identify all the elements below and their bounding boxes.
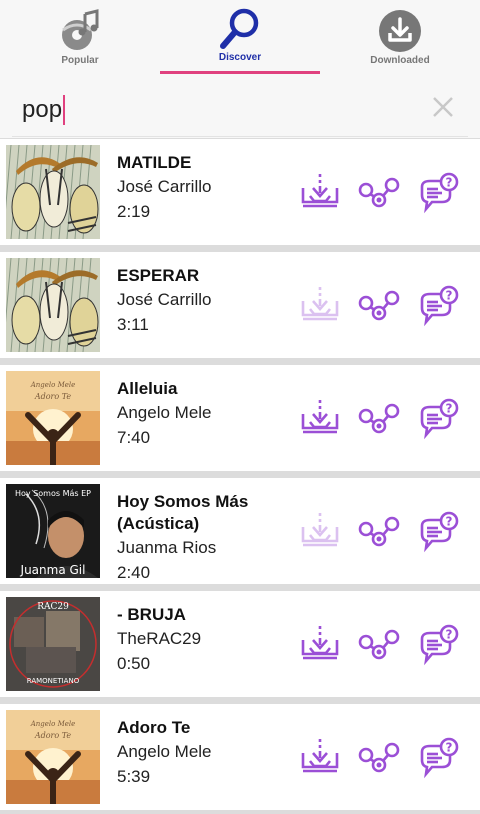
cover-text-2: RAMONETIANO — [27, 677, 80, 685]
album-art: Angelo Mele Adoro Te — [6, 371, 100, 465]
share-icon[interactable] — [357, 736, 401, 780]
tab-discover[interactable]: Discover — [160, 0, 320, 82]
song-duration: 0:50 — [117, 654, 151, 673]
song-info: Alleluia Angelo Mele 7:40 — [117, 378, 297, 450]
share-icon[interactable] — [357, 171, 401, 215]
cover-text-1: RAC29 — [37, 602, 69, 612]
song-artist: Juanma Rios — [117, 538, 217, 557]
song-title: - BRUJA — [117, 605, 186, 624]
tab-discover-label: Discover — [218, 52, 262, 63]
song-title: Adoro Te — [117, 718, 191, 737]
song-title: MATILDE — [117, 153, 192, 172]
song-duration: 3:11 — [117, 315, 149, 334]
song-info: - BRUJA TheRAC29 0:50 — [117, 604, 297, 676]
download-icon — [379, 10, 421, 52]
download-song-icon[interactable] — [298, 171, 342, 215]
song-title: ESPERAR — [117, 266, 200, 285]
album-art — [6, 145, 100, 239]
tab-bar: Popular Discover Downloaded — [0, 0, 480, 82]
tab-downloaded[interactable]: Downloaded — [320, 0, 480, 82]
share-icon[interactable] — [357, 623, 401, 667]
cover-text-2: Adoro Te — [34, 731, 72, 740]
text-caret — [63, 95, 66, 125]
tab-popular[interactable]: Popular — [0, 0, 160, 82]
cover-text-2: Juanma Gil — [20, 563, 86, 577]
request-help-icon[interactable] — [416, 171, 460, 215]
request-help-icon[interactable] — [416, 510, 460, 554]
song-row[interactable]: RAC29 RAMONETIANO - BRUJA TheRAC29 0:50 — [0, 591, 480, 697]
download-song-icon[interactable] — [298, 397, 342, 441]
cover-text-1: Hoy Somos Más EP — [15, 489, 91, 498]
search-divider — [12, 136, 468, 137]
song-duration: 2:40 — [117, 563, 151, 582]
song-artist: Angelo Mele — [117, 742, 212, 761]
app-root: Popular Discover Downloaded pop MATILDE … — [0, 0, 480, 814]
search-bar: pop — [0, 82, 480, 138]
song-artist: TheRAC29 — [117, 629, 202, 648]
cover-text-2: Adoro Te — [34, 392, 72, 401]
album-art: RAC29 RAMONETIANO — [6, 597, 100, 691]
download-song-icon[interactable] — [298, 736, 342, 780]
request-help-icon[interactable] — [416, 736, 460, 780]
music-disc-icon — [62, 9, 99, 50]
tab-downloaded-label: Downloaded — [370, 55, 430, 66]
song-info: ESPERAR José Carrillo 3:11 — [117, 265, 297, 337]
song-title: Alleluia — [117, 379, 178, 398]
song-row[interactable]: Hoy Somos Más EP Juanma Gil Hoy Somos Más … — [0, 478, 480, 584]
song-duration: 2:19 — [117, 202, 151, 221]
song-row[interactable]: Angelo Mele Adoro Te Alleluia Angelo Mele 7:… — [0, 365, 480, 471]
song-info: MATILDE José Carrillo 2:19 — [117, 152, 297, 224]
song-row[interactable]: ESPERAR José Carrillo 3:11 — [0, 252, 480, 358]
active-tab-indicator — [160, 71, 320, 74]
share-icon[interactable] — [357, 284, 401, 328]
clear-search-icon[interactable] — [430, 94, 456, 120]
search-input[interactable]: pop — [22, 92, 402, 128]
share-icon[interactable] — [357, 510, 401, 554]
song-artist: José Carrillo — [117, 177, 212, 196]
album-art — [6, 258, 100, 352]
request-help-icon[interactable] — [416, 623, 460, 667]
song-artist: Angelo Mele — [117, 403, 212, 422]
song-artist: José Carrillo — [117, 290, 212, 309]
search-icon — [220, 8, 259, 49]
album-art: Angelo Mele Adoro Te — [6, 710, 100, 804]
download-song-icon[interactable] — [298, 510, 342, 554]
search-query: pop — [22, 96, 63, 123]
album-art: Hoy Somos Más EP Juanma Gil — [6, 484, 100, 578]
download-song-icon[interactable] — [298, 284, 342, 328]
cover-text-1: Angelo Mele — [30, 720, 76, 728]
song-duration: 5:39 — [117, 767, 151, 786]
request-help-icon[interactable] — [416, 284, 460, 328]
song-row[interactable]: MATILDE José Carrillo 2:19 — [0, 139, 480, 245]
request-help-icon[interactable] — [416, 397, 460, 441]
song-title: Hoy Somos Más (Acústica) — [117, 492, 249, 533]
song-list: MATILDE José Carrillo 2:19 ESPERAR José Carr… — [0, 139, 480, 814]
song-duration: 7:40 — [117, 428, 151, 447]
song-row[interactable]: Angelo Mele Adoro Te Adoro Te Angelo Mele 5:… — [0, 704, 480, 810]
song-info: Hoy Somos Más (Acústica) Juanma Rios 2:40 — [117, 491, 297, 585]
share-icon[interactable] — [357, 397, 401, 441]
cover-text-1: Angelo Mele — [30, 381, 76, 389]
download-song-icon[interactable] — [298, 623, 342, 667]
tab-popular-label: Popular — [61, 55, 99, 66]
song-info: Adoro Te Angelo Mele 5:39 — [117, 717, 297, 789]
